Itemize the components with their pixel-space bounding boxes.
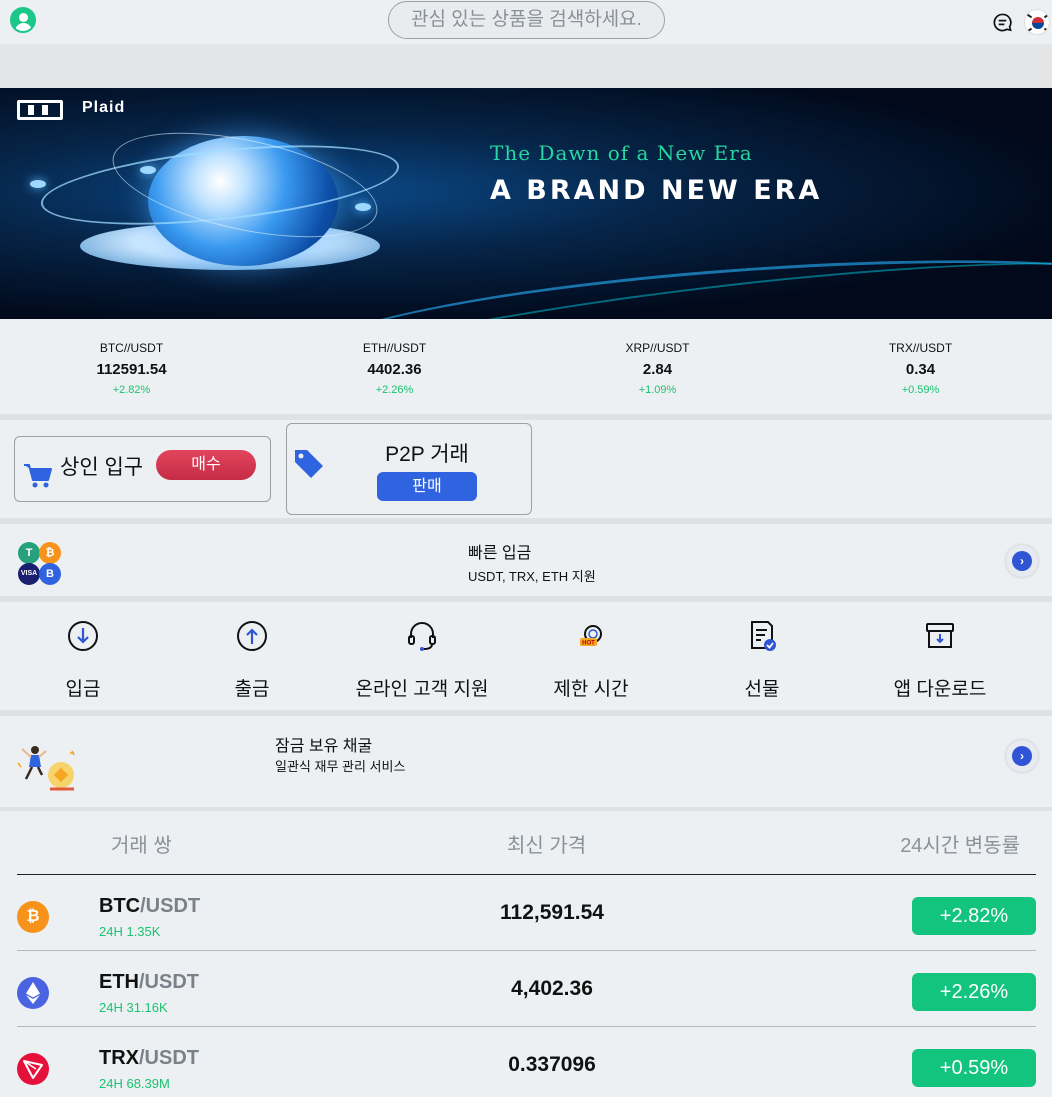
divider — [0, 596, 1052, 602]
headset-icon — [408, 622, 436, 651]
ticker-change: +0.59% — [901, 384, 940, 396]
grid-label: 선물 — [744, 679, 780, 700]
volume-24h: 24H 1.35K — [99, 924, 161, 939]
search-input[interactable]: 관심 있는 상품을 검색하세요. — [388, 1, 665, 39]
grid-item-withdraw[interactable]: 출금 — [166, 603, 338, 711]
ticker-xrp[interactable]: XRP//USDT 2.84 +1.09% — [526, 325, 789, 415]
table-row[interactable]: TRX/USDT 24H 68.39M 0.337096 +0.59% — [17, 1027, 1036, 1097]
top-header: 관심 있는 상품을 검색하세요. — [0, 0, 1052, 44]
user-avatar-icon[interactable] — [10, 7, 36, 33]
ticker-price: 112591.54 — [96, 361, 167, 378]
grid-item-futures[interactable]: 선물 — [676, 603, 848, 711]
korea-flag-icon[interactable] — [1024, 9, 1050, 35]
ticker-btc[interactable]: BTC//USDT 112591.54 +2.82% — [0, 325, 263, 415]
ticker-change: +2.82% — [112, 384, 151, 396]
mining-title: 잠금 보유 채굴 — [275, 738, 373, 755]
mining-subtitle: 일관식 재무 관리 서비스 — [275, 759, 406, 774]
divider — [0, 414, 1052, 420]
quick-deposit-title: 빠른 입금 — [468, 545, 532, 562]
header-price[interactable]: 최신 가격 — [507, 829, 586, 858]
eth-icon — [17, 977, 49, 1009]
ticker-pair: BTC//USDT — [99, 341, 164, 355]
ticker-strip: BTC//USDT 112591.54 +2.82% ETH//USDT 440… — [0, 325, 1052, 415]
ticker-pair: XRP//USDT — [625, 341, 690, 355]
trx-icon — [17, 1053, 49, 1085]
promo-banner[interactable]: Plaid The Dawn of a New Era A BRAND NEW … — [0, 88, 1052, 319]
volume-24h: 24H 68.39M — [99, 1076, 170, 1091]
grid-label: 앱 다운로드 — [893, 679, 987, 700]
feature-grid: 입금 출금 온라인 고객 지원 HOT 제한 시간 선물 앱 다운로드 — [0, 603, 1052, 711]
withdraw-icon — [237, 621, 267, 651]
merchant-title: 상인 입구 — [60, 456, 144, 479]
last-price: 0.337096 — [508, 1053, 596, 1076]
ticker-price: 0.34 — [905, 361, 936, 378]
pair-name: ETH/USDT — [99, 971, 199, 993]
change-badge[interactable]: +2.26% — [912, 973, 1036, 1011]
last-price: 112,591.54 — [500, 901, 604, 924]
hot-timer-icon: HOT — [580, 625, 602, 647]
sell-button[interactable]: 판매 — [377, 472, 477, 501]
change-badge[interactable]: +0.59% — [912, 1049, 1036, 1087]
grid-label: 출금 — [234, 679, 270, 700]
banner-title: A BRAND NEW ERA — [490, 175, 823, 206]
table-row[interactable]: ETH/USDT 24H 31.16K 4,402.36 +2.26% — [17, 951, 1036, 1027]
grid-item-limited-time[interactable]: HOT 제한 시간 — [506, 603, 676, 711]
divider — [0, 710, 1052, 716]
quick-deposit-subtitle: USDT, TRX, ETH 지원 — [468, 569, 596, 584]
deposit-icon — [68, 621, 98, 651]
grid-label: 입금 — [65, 679, 101, 700]
btc-icon: ₿ — [17, 901, 49, 933]
payment-coins-icon: T ₿ VISA B — [18, 542, 62, 586]
brand-name: Plaid — [82, 99, 126, 116]
chat-icon[interactable] — [993, 13, 1012, 32]
chevron-right-icon[interactable]: › — [1006, 545, 1038, 577]
chevron-right-icon[interactable]: › — [1006, 740, 1038, 772]
svg-text:HOT: HOT — [582, 641, 595, 647]
p2p-trade-card[interactable]: P2P 거래 판매 — [286, 423, 532, 515]
pair-name: BTC/USDT — [99, 895, 201, 917]
header-pair[interactable]: 거래 쌍 — [111, 829, 172, 858]
table-header: 거래 쌍 최신 가격 24시간 변동률 — [17, 815, 1036, 875]
merchant-entry-card[interactable]: 상인 입구 매수 — [14, 436, 271, 502]
ticker-price: 2.84 — [642, 361, 673, 378]
ticker-change: +1.09% — [638, 384, 677, 396]
p2p-title: P2P 거래 — [385, 443, 469, 466]
app-download-icon — [926, 623, 954, 648]
plaid-logo-icon — [17, 100, 63, 120]
ticker-eth[interactable]: ETH//USDT 4402.36 +2.26% — [263, 325, 526, 415]
ticker-change: +2.26% — [375, 384, 414, 396]
futures-icon — [751, 621, 776, 651]
last-price: 4,402.36 — [511, 977, 593, 1000]
grid-label: 온라인 고객 지원 — [355, 679, 489, 700]
pair-name: TRX/USDT — [99, 1047, 199, 1069]
grid-item-app-download[interactable]: 앱 다운로드 — [848, 603, 1032, 711]
change-badge[interactable]: +2.82% — [912, 897, 1036, 935]
ticker-pair: ETH//USDT — [362, 341, 427, 355]
market-table: 거래 쌍 최신 가격 24시간 변동률 ₿ BTC/USDT 24H 1.35K… — [17, 815, 1036, 1097]
volume-24h: 24H 31.16K — [99, 1000, 168, 1015]
divider — [0, 807, 1052, 811]
grid-item-support[interactable]: 온라인 고객 지원 — [338, 603, 506, 711]
spacer-band — [0, 44, 1052, 88]
grid-label: 제한 시간 — [553, 679, 629, 700]
buy-button[interactable]: 매수 — [156, 450, 256, 480]
mining-illustration-icon — [17, 746, 75, 791]
grid-item-deposit[interactable]: 입금 — [0, 603, 166, 711]
banner-subtitle: The Dawn of a New Era — [490, 141, 753, 165]
ticker-trx[interactable]: TRX//USDT 0.34 +0.59% — [789, 325, 1052, 415]
header-change[interactable]: 24시간 변동률 — [900, 829, 1020, 858]
ticker-pair: TRX//USDT — [888, 341, 953, 355]
table-row[interactable]: ₿ BTC/USDT 24H 1.35K 112,591.54 +2.82% — [17, 875, 1036, 951]
quick-deposit-row[interactable]: T ₿ VISA B 빠른 입금 USDT, TRX, ETH 지원 › — [0, 524, 1052, 596]
lock-mining-row[interactable]: 잠금 보유 채굴 일관식 재무 관리 서비스 › — [0, 717, 1052, 807]
ticker-price: 4402.36 — [367, 361, 422, 378]
shopping-cart-icon — [24, 464, 52, 488]
